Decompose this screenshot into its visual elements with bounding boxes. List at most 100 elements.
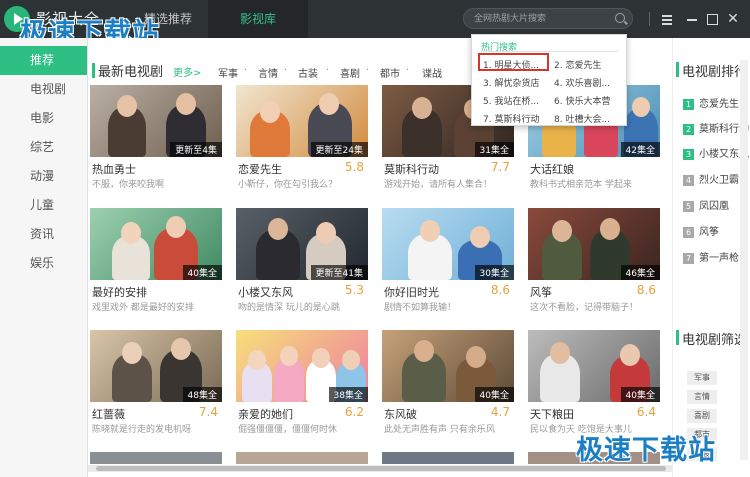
rank-number: 6 [683,226,694,238]
search-box[interactable] [463,8,633,29]
episode-badge: 40集全 [182,265,222,280]
rank-item-label: 凤囚凰 [699,201,729,212]
filter-spy[interactable]: 谍战 [422,65,442,80]
card-desc: 这次不看脸，记得带脑子！ [530,303,639,313]
card-title[interactable]: 热血勇士 [92,161,136,177]
hot-search-dropdown: 热门搜索 1. 明星大侦... 2. 恋爱先生 3. 解忧杂货店 4. 欢乐喜剧… [471,34,627,126]
poster-image: 40集全 [382,330,514,402]
hot-search-item[interactable]: 6. 快乐大本营 [554,94,610,107]
tab-library[interactable]: 影视库 [208,0,308,38]
rank-item[interactable]: 7 第一声枪 [683,249,739,264]
scrollbar-thumb[interactable] [96,466,666,471]
rank-item-label: 风筝 [699,227,719,238]
sidebar-item-news[interactable]: 资讯 [0,220,87,249]
poster-image: 更新至4集 [90,85,222,157]
poster-image: 48集全 [90,330,222,402]
category-tag[interactable]: 喜剧 [687,409,717,423]
filter-costume[interactable]: 古装 [298,65,318,80]
card-title[interactable]: 东风破 [384,406,417,422]
hot-search-item[interactable]: 1. 明星大侦... [483,58,539,71]
episode-badge: 40集全 [620,387,660,402]
video-card[interactable]: 40集全 最好的安排 戏里戏外 都是最好的安排 [90,208,222,318]
divider [649,12,650,26]
filter-urban[interactable]: 都市 [380,65,400,80]
card-rating: 6.2 [344,405,364,419]
episode-badge: 更新至4集 [170,142,222,157]
poster-image: 46集全 [528,208,660,280]
hot-search-item[interactable]: 7. 莫斯科行动 [483,112,539,125]
filter-separator: · [366,65,370,76]
card-rating: 5.3 [344,283,364,297]
search-input[interactable] [474,11,614,26]
hot-search-item[interactable]: 8. 吐槽大会... [554,112,610,125]
poster-image: 40集全 [90,208,222,280]
card-title[interactable]: 恋爱先生 [238,161,282,177]
hot-search-item[interactable]: 3. 解忧杂货店 [483,76,539,89]
sidebar-item-anime[interactable]: 动漫 [0,162,87,191]
close-icon[interactable]: ✕ [724,10,742,28]
more-link[interactable]: 更多> [173,64,201,79]
category-tag[interactable]: 都市 [687,428,717,442]
sidebar-item-variety[interactable]: 综艺 [0,133,87,162]
video-card[interactable]: 40集全 天下粮田 6.4 民以食为天 吃饱是大事儿 [528,330,660,440]
video-card[interactable]: 更新至4集 热血勇士 不服，你来咬我啊 [90,85,222,195]
card-title[interactable]: 最好的安排 [92,284,147,300]
sidebar-item-recommend[interactable]: 推荐 [0,46,87,75]
title-bar: 影视大全 精选推荐 影视库 ✕ [0,0,750,38]
card-rating: 7.4 [198,405,218,419]
card-title[interactable]: 大话红娘 [530,161,574,177]
video-card[interactable]: 40集全 东风破 4.7 此处无声胜有声 只有余乐风 [382,330,514,440]
video-card[interactable]: 更新至24集 恋爱先生 5.8 小靳仔，你在勾引我么？ [236,85,368,195]
filter-military[interactable]: 军事 [218,65,238,80]
category-tag[interactable]: 言情 [687,390,717,404]
filter-comedy[interactable]: 喜剧 [340,65,360,80]
card-desc: 倔强僵僵僵，僵僵何时休 [238,425,338,435]
sidebar-item-entertainment[interactable]: 娱乐 [0,249,87,278]
card-title[interactable]: 风筝 [530,284,552,300]
card-title[interactable]: 亲爱的她们 [238,406,293,422]
rank-item-label: 恋爱先生 [699,99,739,110]
rank-item[interactable]: 6 风筝 [683,223,719,238]
poster-image [382,452,514,464]
card-rating: 5.8 [344,160,364,174]
video-card[interactable]: 更新至41集 小楼又东风 5.3 吻的是情深 玩儿的是心跳 [236,208,368,318]
rank-number: 2 [683,123,694,135]
card-title[interactable]: 你好旧时光 [384,284,439,300]
card-title[interactable]: 红蔷薇 [92,406,125,422]
vertical-scrollbar[interactable] [740,60,748,460]
rank-item[interactable]: 5 凤囚凰 [683,197,729,212]
rank-item[interactable]: 1 恋爱先生 [683,95,739,110]
filter-separator: · [284,65,288,76]
poster-image [90,452,222,464]
card-title[interactable]: 天下粮田 [530,406,574,422]
card-title[interactable]: 小楼又东风 [238,284,293,300]
sidebar-item-movie[interactable]: 电影 [0,104,87,133]
card-rating: 6.4 [636,405,656,419]
search-icon[interactable] [615,13,625,23]
video-card[interactable]: 46集全 风筝 8.6 这次不看脸，记得带脑子！ [528,208,660,318]
hot-search-item[interactable]: 2. 恋爱先生 [554,58,601,71]
tab-featured[interactable]: 精选推荐 [128,0,208,38]
poster-image: 更新至41集 [236,208,368,280]
video-card[interactable]: 30集全 你好旧时光 8.6 剧情不如算我输！ [382,208,514,318]
category-tag[interactable]: 古装 [687,447,717,461]
card-desc: 小靳仔，你在勾引我么？ [238,180,338,190]
card-desc: 剧情不如算我输！ [384,303,457,313]
rank-item[interactable]: 4 烈火卫霸 [683,171,739,186]
video-card[interactable]: 38集全 亲爱的她们 6.2 倔强僵僵僵，僵僵何时休 [236,330,368,440]
sidebar-item-tv[interactable]: 电视剧 [0,75,87,104]
video-card[interactable]: 48集全 红蔷薇 7.4 陈晓就是行走的发电机呀 [90,330,222,440]
category-tag[interactable]: 军事 [687,371,717,385]
minimize-icon[interactable] [683,10,701,28]
sidebar-item-kids[interactable]: 儿童 [0,191,87,220]
hot-search-item[interactable]: 4. 欢乐喜剧... [554,76,610,89]
poster-image [528,452,660,464]
horizontal-scrollbar[interactable] [88,465,672,472]
card-rating: 8.6 [636,283,656,297]
poster-image [236,452,368,464]
card-title[interactable]: 莫斯科行动 [384,161,439,177]
maximize-icon[interactable] [703,10,721,28]
menu-icon[interactable] [658,10,676,28]
filter-romance[interactable]: 言情 [258,65,278,80]
hot-search-item[interactable]: 5. 我站在桥... [483,94,539,107]
